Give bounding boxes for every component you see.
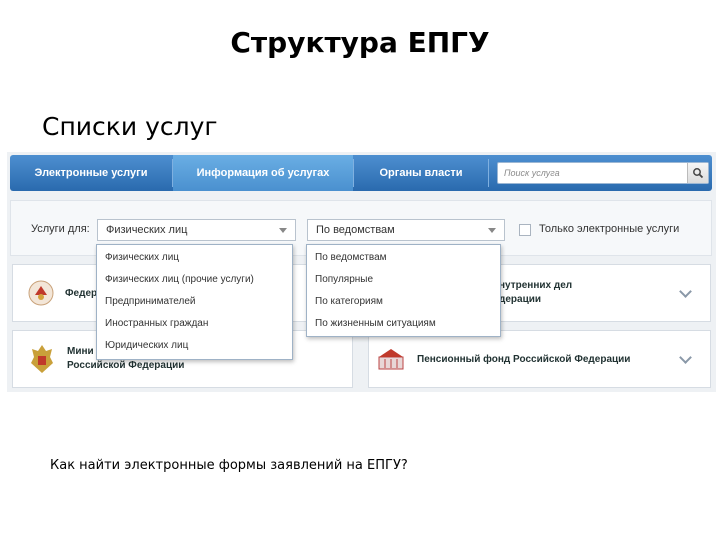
filter-label: Услуги для:: [31, 223, 90, 235]
tab-service-info[interactable]: Информация об услугах: [173, 155, 353, 191]
dropdown-option[interactable]: Предпринимателей: [105, 296, 196, 307]
slide-subtitle: Списки услуг: [42, 112, 218, 141]
audience-select-value: Физических лиц: [106, 224, 188, 236]
audience-select[interactable]: Физических лиц: [97, 219, 296, 241]
agency-card-name: Федер: [65, 288, 98, 299]
agency-card-name: нутренних дел: [499, 280, 573, 291]
dropdown-option[interactable]: Иностранных граждан: [105, 318, 208, 329]
chevron-down-icon: [279, 228, 287, 233]
dropdown-option[interactable]: Популярные: [315, 274, 373, 285]
audience-dropdown-menu: Физических лиц Физических лиц (прочие ус…: [96, 244, 293, 360]
tab-electronic-services[interactable]: Электронные услуги: [10, 155, 172, 191]
dropdown-option[interactable]: Юридических лиц: [105, 340, 188, 351]
pension-fund-logo-icon: [378, 349, 404, 370]
portal-screenshot: Электронные услуги Информация об услугах…: [7, 152, 716, 392]
chevron-down-icon: [679, 285, 692, 298]
coat-of-arms-icon: [31, 345, 53, 373]
search-icon: [693, 168, 704, 179]
grouping-select[interactable]: По ведомствам: [307, 219, 505, 241]
agency-card-name-line2: Российской Федерации: [67, 360, 185, 371]
agency-card[interactable]: Пенсионный фонд Российской Федерации: [368, 330, 711, 388]
electronic-only-checkbox[interactable]: [519, 224, 531, 236]
main-navbar: Электронные услуги Информация об услугах…: [10, 155, 712, 191]
chevron-down-icon: [679, 351, 692, 364]
search-input[interactable]: [504, 165, 684, 181]
search-box: [497, 162, 709, 184]
dropdown-option[interactable]: По жизненным ситуациям: [315, 318, 436, 329]
grouping-dropdown-menu: По ведомствам Популярные По категориям П…: [306, 244, 501, 337]
search-button[interactable]: [687, 163, 708, 183]
agency-card-name-line2: дерации: [499, 294, 542, 305]
nav-divider: [488, 159, 489, 187]
mvd-emblem-icon: [28, 280, 54, 306]
agency-card-name: Пенсионный фонд Российской Федерации: [417, 354, 631, 365]
slide-caption: Как найти электронные формы заявлений на…: [50, 458, 408, 473]
grouping-select-value: По ведомствам: [316, 224, 395, 236]
tab-authorities[interactable]: Органы власти: [354, 155, 488, 191]
dropdown-option[interactable]: По категориям: [315, 296, 383, 307]
agency-card-name: Мини: [67, 346, 94, 357]
dropdown-option[interactable]: По ведомствам: [315, 252, 387, 263]
chevron-down-icon: [488, 228, 496, 233]
electronic-only-label: Только электронные услуги: [539, 223, 680, 235]
dropdown-option[interactable]: Физических лиц: [105, 252, 179, 263]
slide-title: Структура ЕПГУ: [230, 26, 490, 59]
dropdown-option[interactable]: Физических лиц (прочие услуги): [105, 274, 254, 285]
